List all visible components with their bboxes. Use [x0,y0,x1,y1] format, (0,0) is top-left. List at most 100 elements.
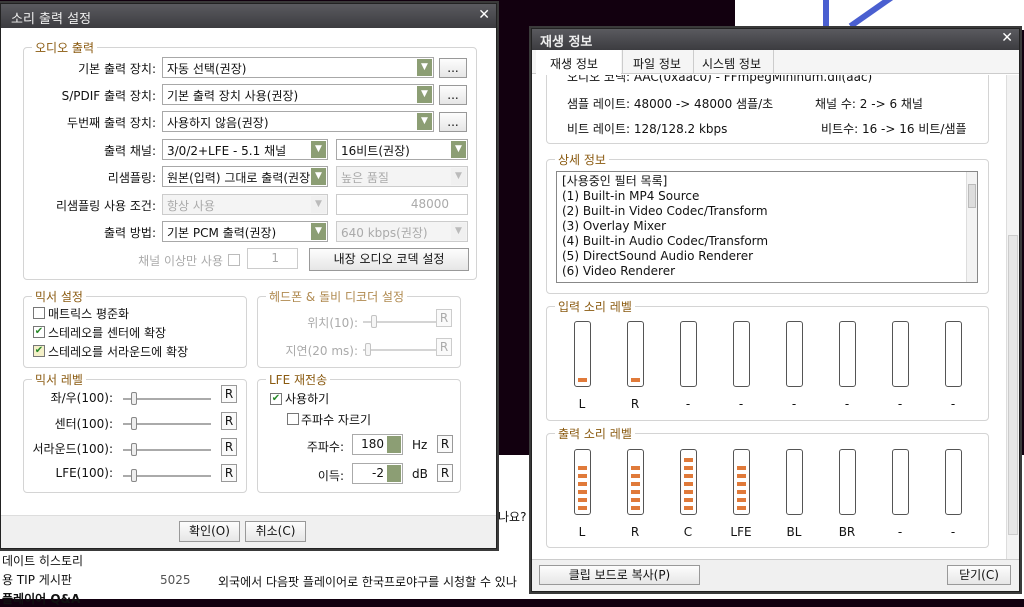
cancel-button[interactable]: 취소(C) [245,521,306,542]
level-segment [631,506,640,510]
min-channels-spinner[interactable]: 1 [247,248,298,269]
surround-reset-button[interactable]: R [221,438,237,456]
bit-rate: 비트 레이트: 128/128.2 kbps [567,122,728,136]
freq-cut-label: 주파수 자르기 [301,413,372,427]
second-device-more-button[interactable]: ... [439,112,467,132]
audio-output-group: 오디오 출력 [23,39,477,280]
tab-playback[interactable]: 재생 정보 [536,50,621,75]
matrix-normalize-checkbox[interactable] [33,307,45,319]
tab-system[interactable]: 시스템 정보 [694,50,774,74]
input-level-meter [786,321,803,387]
position-reset-button[interactable]: R [436,309,452,327]
gain-reset-button[interactable]: R [437,464,453,482]
spinner-arrows-icon[interactable] [387,465,401,482]
close-icon[interactable]: ✕ [478,7,490,23]
resample-quality-select[interactable]: 높은 품질 ▼ [336,166,468,187]
lfe-level-label: LFE(100): [55,466,113,480]
method-select[interactable]: 기본 PCM 출력(권장) ▼ [162,221,328,242]
vertical-scrollbar[interactable] [1006,75,1019,559]
level-segment [737,490,746,494]
channel-count: 채널 수: 2 -> 6 채널 [815,97,923,111]
freq-cut-checkbox[interactable] [287,413,299,425]
filter-list-item[interactable]: (4) Built-in Audio Codec/Transform [562,234,972,249]
input-level-meter [574,321,591,387]
dialog-title-bar[interactable]: 재생 정보 ✕ [532,29,1019,50]
input-level-meter [839,321,856,387]
surround-level-slider[interactable] [123,443,211,456]
center-reset-button[interactable]: R [221,412,237,430]
chevron-down-icon: ▼ [417,113,432,130]
delay-slider[interactable] [363,343,443,356]
main-device-select[interactable]: 자동 선택(권장) ▼ [162,57,434,78]
freq-spinner[interactable]: 180 [352,434,403,455]
group-legend: 오디오 출력 [32,39,98,56]
bg-row-title[interactable]: 나요? [498,508,526,525]
select-value: 자동 선택(권장) [167,62,247,76]
level-segment [737,482,746,486]
output-level-meter [680,449,697,515]
filter-list-item[interactable]: (3) Overlay Mixer [562,219,972,234]
codec-settings-button[interactable]: 내장 오디오 코덱 설정 [309,248,469,271]
stereo-surround-checkbox[interactable]: ✔ [33,345,45,357]
lfe-level-slider[interactable] [123,469,211,482]
filter-list-item[interactable]: (2) Built-in Video Codec/Transform [562,204,972,219]
bg-side-item[interactable]: 데이트 히스토리 [2,552,83,569]
lr-level-slider[interactable] [123,392,211,405]
gain-spinner[interactable]: -2 [352,463,403,484]
resample-condition-label: 리샘플링 사용 조건: [56,199,156,213]
background-banner [735,0,1024,30]
channel-select[interactable]: 3/0/2+LFE - 5.1 채널 ▼ [162,139,328,160]
group-legend: 헤드폰 & 돌비 디코더 설정 [266,288,408,305]
bg-side-item[interactable]: 용 TIP 게시판 [2,571,72,588]
resample-select[interactable]: 원본(입력) 그대로 출력(권장) ▼ [162,166,328,187]
filter-list-item[interactable]: (1) Built-in MP4 Source [562,189,972,204]
min-channels-checkbox[interactable] [228,254,240,266]
filter-list-item[interactable]: [사용중인 필터 목록] [562,174,972,189]
channel-label: - [897,397,903,411]
channel-label: R [630,525,640,539]
bitrate-select[interactable]: 640 kbps(권장) ▼ [336,221,468,242]
lfe-reset-button[interactable]: R [221,464,237,482]
lr-reset-button[interactable]: R [221,385,237,403]
filter-list[interactable]: [사용중인 필터 목록] (1) Built-in MP4 Source (2) B… [556,171,978,283]
resample-rate-spinner[interactable]: 48000 [336,194,468,215]
select-value: 높은 품질 [341,171,389,185]
spinner-value: 180 [361,437,384,451]
delay-reset-button[interactable]: R [436,338,452,356]
group-legend: 믹서 레벨 [32,371,86,388]
spdif-device-select[interactable]: 기본 출력 장치 사용(권장) ▼ [162,84,434,105]
level-segment [578,490,587,494]
spdif-more-button[interactable]: ... [439,85,467,105]
close-button[interactable]: 닫기(C) [947,565,1011,585]
stereo-center-checkbox[interactable]: ✔ [33,326,45,338]
chevron-down-icon: ▼ [417,59,432,76]
filter-list-item[interactable]: (6) Video Renderer [562,264,972,279]
lfe-enable-label: 사용하기 [285,392,330,406]
bits-select[interactable]: 16비트(권장) ▼ [336,139,468,160]
second-device-select[interactable]: 사용하지 않음(권장) ▼ [162,111,434,132]
freq-unit: Hz [412,438,428,452]
main-device-more-button[interactable]: ... [439,58,467,78]
resample-condition-select[interactable]: 항상 사용 ▼ [162,194,328,215]
channel-label: BR [838,525,856,539]
list-scrollbar[interactable] [966,172,977,282]
center-level-slider[interactable] [123,417,211,430]
lfe-enable-checkbox[interactable]: ✔ [270,393,282,405]
bit-depth: 비트수: 16 -> 16 비트/샘플 [821,122,967,136]
dialog-title-bar[interactable]: 소리 출력 설정 ✕ [1,4,496,28]
spinner-arrows-icon[interactable] [387,436,401,453]
bg-row-title[interactable]: 외국에서 다음팟 플레이어로 한국프로야구를 시청할 수 있나 [218,573,517,590]
close-icon[interactable]: ✕ [1001,30,1013,46]
ok-button[interactable]: 확인(O) [179,521,240,542]
level-segment [684,458,693,462]
channel-label: LFE [730,525,752,539]
freq-reset-button[interactable]: R [437,435,453,453]
gain-unit: dB [412,467,428,481]
level-segment [737,466,746,470]
filter-list-item[interactable]: (5) DirectSound Audio Renderer [562,249,972,264]
tab-file[interactable]: 파일 정보 [622,50,694,74]
channel-label: - [738,397,744,411]
position-slider[interactable] [363,315,443,328]
copy-clipboard-button[interactable]: 클립 보드로 복사(P) [539,565,700,585]
select-value: 기본 출력 장치 사용(권장) [167,89,299,103]
